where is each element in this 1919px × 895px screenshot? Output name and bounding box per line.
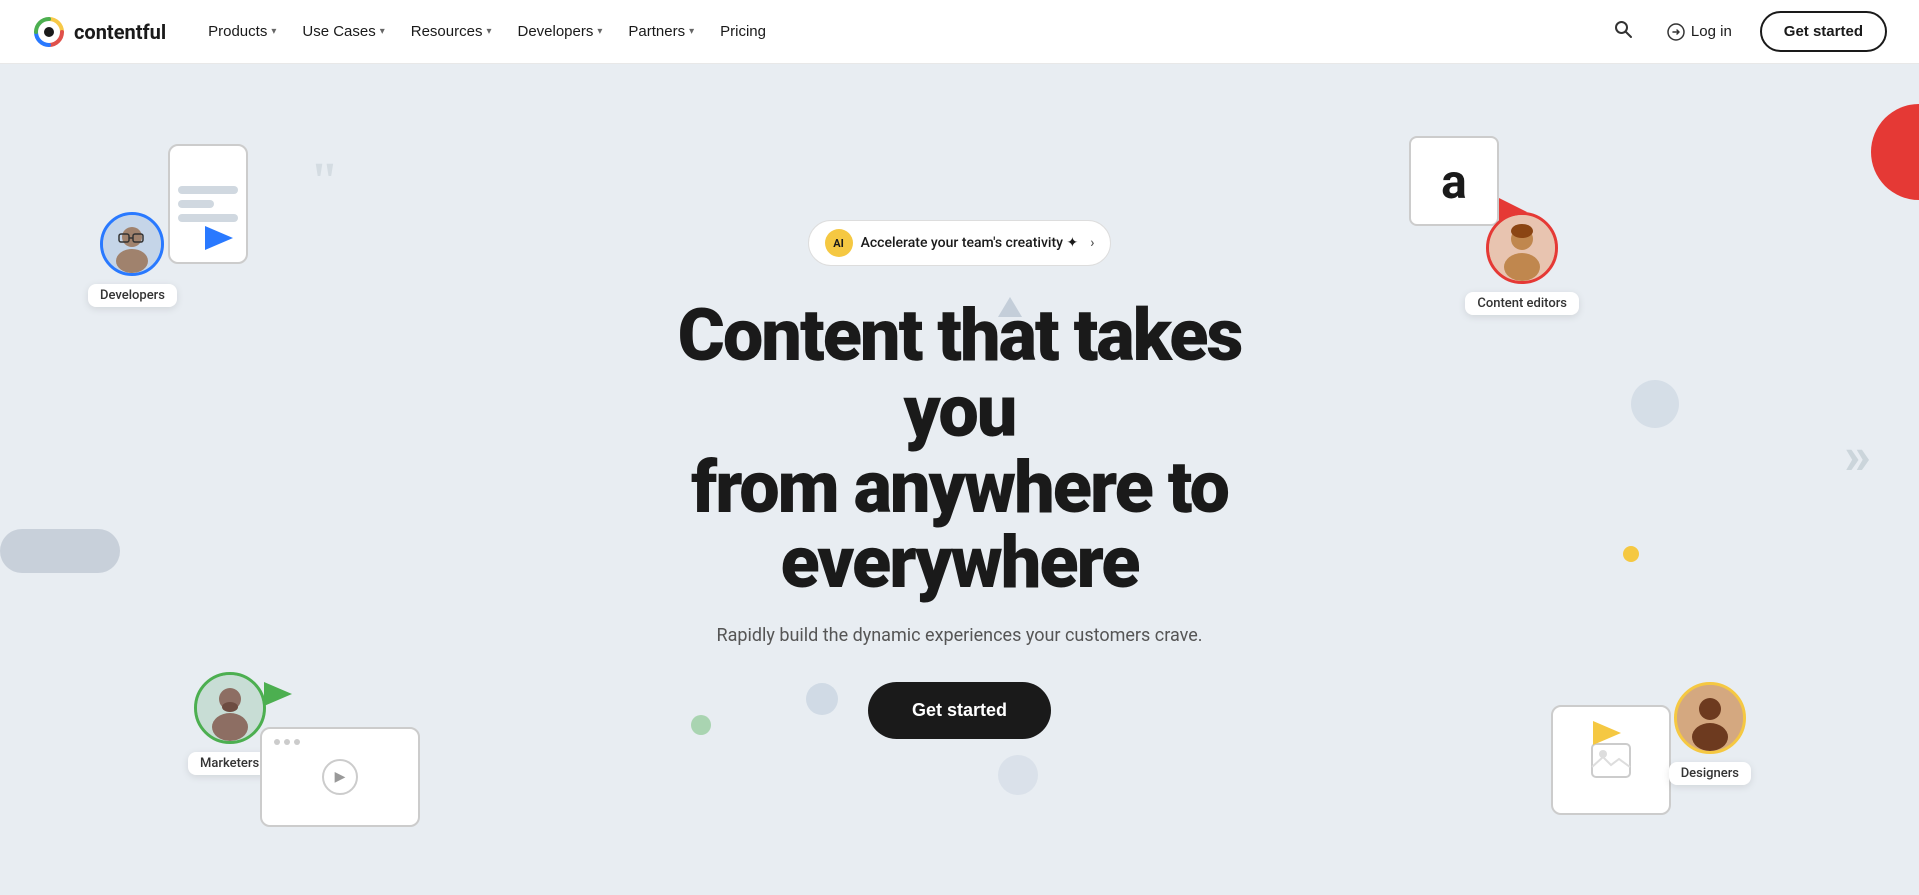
login-icon [1667,23,1685,41]
pill-decoration-left [0,529,120,573]
search-icon [1613,19,1633,39]
content-editors-persona-card: Content editors [1465,212,1579,315]
marketers-persona-card: Marketers [188,672,271,775]
phone-line-short [178,200,214,208]
nav-developers[interactable]: Developers ▾ [507,17,612,46]
logo[interactable]: contentful [32,15,166,49]
navbar: contentful Products ▾ Use Cases ▾ Resour… [0,0,1919,64]
phone-line-2 [178,214,238,222]
quote-decoration: " [310,152,339,211]
designer-label: Designers [1669,762,1751,785]
chevron-down-icon: ▾ [597,26,602,37]
video-dots [274,739,300,745]
hero-section: " Developers [0,64,1919,895]
double-chevron-decoration: » [1844,430,1871,482]
nav-links: Products ▾ Use Cases ▾ Resources ▾ Devel… [198,17,776,46]
orange-semicircle [1871,104,1919,200]
designer-avatar-image [1677,685,1743,751]
video-mockup: ▶ [260,727,420,827]
nav-pricing[interactable]: Pricing [710,17,776,46]
ai-badge-arrow-icon: › [1090,235,1094,251]
marketer-avatar-image [197,675,263,741]
logo-text: contentful [74,20,166,44]
phone-line [178,186,238,194]
content-editor-label: Content editors [1465,292,1579,315]
video-dot-1 [274,739,280,745]
developer-label: Developers [88,284,177,307]
nav-get-started-button[interactable]: Get started [1760,11,1887,52]
video-dot-3 [294,739,300,745]
marketer-avatar [194,672,266,744]
nav-right: Log in Get started [1607,11,1887,52]
search-button[interactable] [1607,13,1639,51]
nav-resources[interactable]: Resources ▾ [401,17,502,46]
ai-badge[interactable]: AI Accelerate your team's creativity ✦ › [808,220,1112,266]
yellow-dot-decoration [1623,546,1639,562]
nav-use-cases[interactable]: Use Cases ▾ [292,17,394,46]
blue-arrow-icon [205,226,233,254]
logo-icon [32,15,66,49]
nav-partners[interactable]: Partners ▾ [618,17,704,46]
marketer-label: Marketers [188,752,271,775]
chevron-down-icon: ▾ [380,26,385,37]
login-button[interactable]: Log in [1655,17,1744,47]
circle-decoration-3 [1631,380,1679,428]
designers-persona-card: Designers [1669,682,1751,785]
video-dot-2 [284,739,290,745]
developer-avatar [100,212,164,276]
developer-avatar-image [103,215,161,273]
hero-subtitle: Rapidly build the dynamic experiences yo… [620,625,1300,646]
chevron-down-icon: ▾ [689,26,694,37]
content-editor-avatar [1486,212,1558,284]
chevron-down-icon: ▾ [271,26,276,37]
hero-cta-button[interactable]: Get started [868,682,1051,739]
chevron-down-icon: ▾ [486,26,491,37]
hero-content: AI Accelerate your team's creativity ✦ ›… [600,220,1320,738]
play-icon: ▶ [322,759,358,795]
designer-avatar [1674,682,1746,754]
ai-badge-icon: AI [825,229,853,257]
hero-title: Content that takes you from anywhere to … [620,298,1300,600]
circle-decoration-4 [998,755,1038,795]
content-editor-avatar-image [1489,215,1555,281]
nav-products[interactable]: Products ▾ [198,17,286,46]
developers-persona-card: Developers [88,212,177,307]
green-arrow-icon [264,682,292,710]
yellow-arrow-icon [1593,721,1621,749]
